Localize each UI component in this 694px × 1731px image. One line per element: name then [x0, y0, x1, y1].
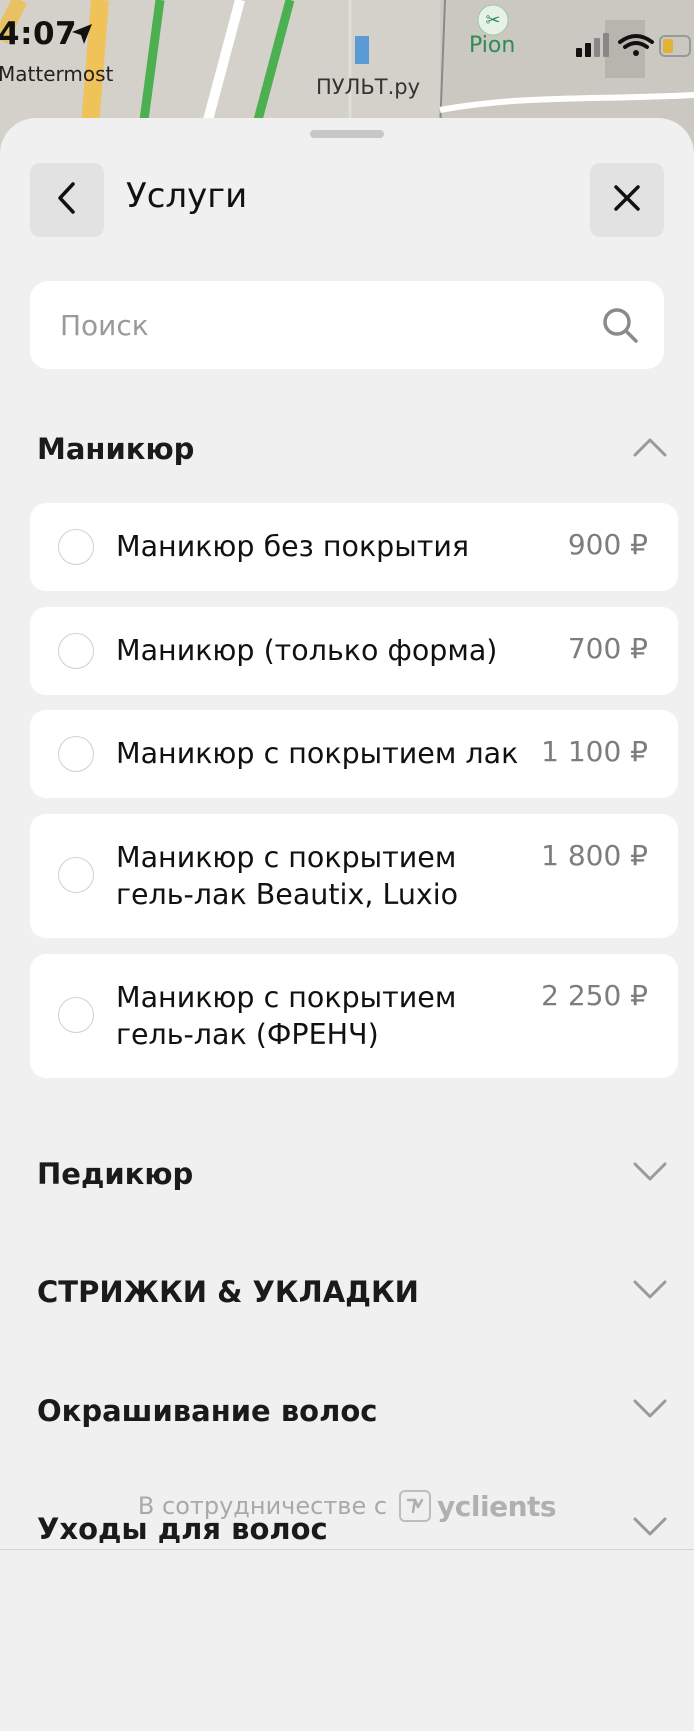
service-radio[interactable]: [58, 633, 94, 669]
close-button[interactable]: [590, 163, 664, 237]
category-label: СТРИЖКИ & УКЛАДКИ: [37, 1275, 419, 1309]
wifi-icon: [618, 34, 654, 56]
category-pedicure[interactable]: Педикюр: [37, 1145, 667, 1205]
service-item[interactable]: Маникюр (только форма) 700 ₽: [30, 607, 678, 695]
search-box[interactable]: [30, 281, 664, 369]
service-name: Маникюр с покрытием лак: [116, 737, 519, 770]
category-label: Окрашивание волос: [37, 1394, 378, 1428]
back-button[interactable]: [30, 163, 104, 237]
category-haircuts[interactable]: СТРИЖКИ & УКЛАДКИ: [37, 1263, 667, 1323]
service-item[interactable]: Маникюр с покрытием гель-лак Beautix, Lu…: [30, 814, 678, 938]
service-radio[interactable]: [58, 857, 94, 893]
search-icon[interactable]: [600, 305, 640, 349]
partner-footer: В сотрудничестве с yclients: [0, 1486, 694, 1526]
service-price: 900 ₽: [567, 528, 648, 561]
service-name: Маникюр без покрытия: [116, 530, 470, 563]
map-label-pult: ПУЛЬТ.ру: [316, 75, 421, 99]
service-radio[interactable]: [58, 736, 94, 772]
chevron-up-icon: [633, 436, 667, 462]
back-to-app-link[interactable]: Mattermost: [0, 62, 113, 86]
service-radio[interactable]: [58, 529, 94, 565]
service-name: Маникюр (только форма): [116, 634, 498, 667]
service-price: 1 800 ₽: [541, 839, 648, 872]
divider: [0, 1549, 694, 1550]
service-name: Маникюр с покрытием гель-лак Beautix, Lu…: [116, 841, 459, 911]
category-label: Педикюр: [37, 1157, 194, 1191]
service-item[interactable]: Маникюр с покрытием лак 1 100 ₽: [30, 710, 678, 798]
service-radio[interactable]: [58, 997, 94, 1033]
service-name: Маникюр с покрытием гель-лак (ФРЕНЧ): [116, 981, 457, 1051]
page-title: Услуги: [126, 176, 248, 216]
close-icon: [612, 183, 642, 217]
search-input[interactable]: [60, 281, 600, 369]
chevron-down-icon: [633, 1398, 667, 1424]
service-price: 2 250 ₽: [541, 979, 648, 1012]
partner-text: В сотрудничестве с: [137, 1492, 388, 1520]
sheet-grabber[interactable]: [310, 130, 384, 138]
yclients-logo-icon: [399, 1490, 432, 1522]
status-time: 4:07: [0, 16, 78, 52]
chevron-down-icon: [633, 1279, 667, 1305]
service-price: 700 ₽: [567, 632, 648, 665]
signal-icon: [576, 33, 609, 57]
chevron-down-icon: [633, 1161, 667, 1187]
category-manicure[interactable]: Маникюр: [37, 420, 667, 480]
map-label-pion: Pion: [469, 33, 516, 58]
category-hair-coloring[interactable]: Окрашивание волос: [37, 1382, 667, 1442]
partner-brand: yclients: [437, 1489, 557, 1523]
battery-icon: [659, 35, 691, 57]
svg-text:✂: ✂: [485, 10, 500, 31]
service-price: 1 100 ₽: [541, 735, 648, 768]
category-label: Маникюр: [37, 432, 195, 466]
chevron-left-icon: [52, 181, 82, 219]
service-item[interactable]: Маникюр без покрытия 900 ₽: [30, 503, 678, 591]
service-item[interactable]: Маникюр с покрытием гель-лак (ФРЕНЧ) 2 2…: [30, 954, 678, 1078]
